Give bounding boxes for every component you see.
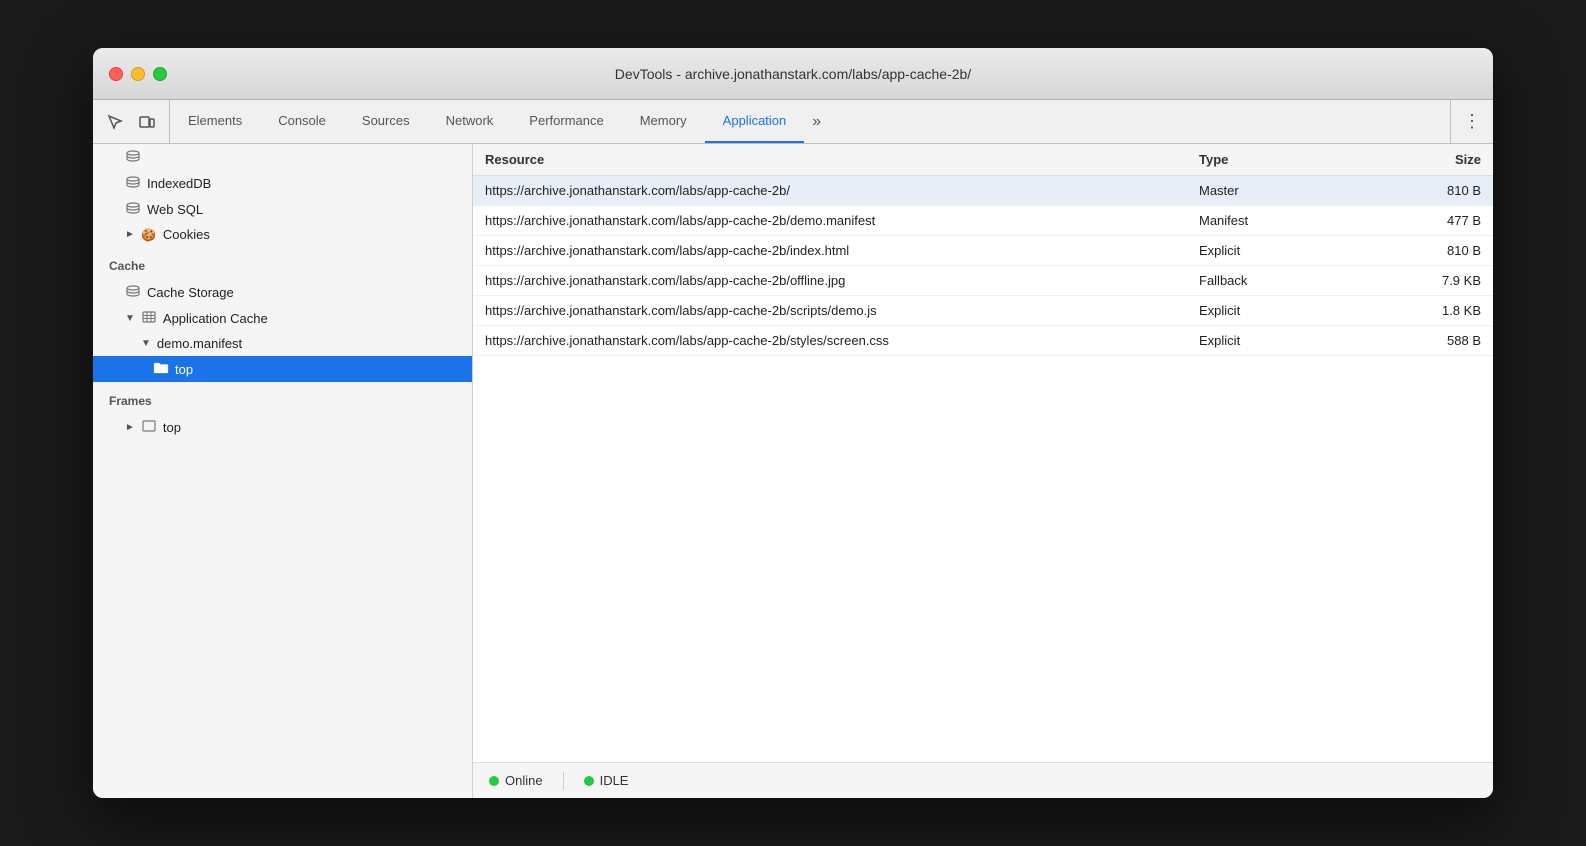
frame-icon — [141, 419, 157, 435]
toolbar: Elements Console Sources Network Perform… — [93, 100, 1493, 144]
cell-type: Explicit — [1187, 326, 1340, 356]
resource-table: Resource Type Size https://archive.jonat… — [473, 144, 1493, 356]
db-icon — [125, 149, 141, 165]
sidebar-item-indexeddb[interactable]: IndexedDB — [93, 170, 472, 196]
minimize-button[interactable] — [131, 67, 145, 81]
cell-resource: https://archive.jonathanstark.com/labs/a… — [473, 176, 1187, 206]
resource-table-container[interactable]: Resource Type Size https://archive.jonat… — [473, 144, 1493, 762]
toolbar-devtools-icons — [93, 100, 170, 143]
sidebar-label-top-cache: top — [175, 362, 193, 377]
cell-type: Explicit — [1187, 236, 1340, 266]
table-row[interactable]: https://archive.jonathanstark.com/labs/a… — [473, 176, 1493, 206]
cell-size: 810 B — [1340, 176, 1493, 206]
sidebar-label-top-frame: top — [163, 420, 181, 435]
tab-application[interactable]: Application — [705, 100, 805, 143]
sidebar-label-websql: Web SQL — [147, 202, 203, 217]
websql-icon — [125, 201, 141, 217]
tab-sources[interactable]: Sources — [344, 100, 428, 143]
main-content: ​ IndexedDB Web SQL ► 🍪 Cookies — [93, 144, 1493, 798]
sidebar: ​ IndexedDB Web SQL ► 🍪 Cookies — [93, 144, 473, 798]
frames-section-label: Frames — [93, 382, 472, 414]
app-cache-icon — [141, 310, 157, 326]
sidebar-label-app-cache: Application Cache — [163, 311, 268, 326]
sidebar-label-cookies: Cookies — [163, 227, 210, 242]
more-tabs-button[interactable]: » — [804, 100, 829, 143]
sidebar-label-indexeddb: IndexedDB — [147, 176, 211, 191]
tab-network[interactable]: Network — [428, 100, 512, 143]
top-frame-expand-icon: ► — [125, 422, 135, 433]
idle-status: IDLE — [584, 773, 629, 788]
table-body: https://archive.jonathanstark.com/labs/a… — [473, 176, 1493, 356]
sidebar-label-cache-storage: Cache Storage — [147, 285, 234, 300]
cookies-expand-icon: ► — [125, 229, 135, 240]
cell-size: 7.9 KB — [1340, 266, 1493, 296]
sidebar-label-demo-manifest: demo.manifest — [157, 336, 242, 351]
titlebar: DevTools - archive.jonathanstark.com/lab… — [93, 48, 1493, 100]
online-label: Online — [505, 773, 543, 788]
sidebar-item-cache-storage[interactable]: Cache Storage — [93, 279, 472, 305]
table-row[interactable]: https://archive.jonathanstark.com/labs/a… — [473, 266, 1493, 296]
cache-section-label: Cache — [93, 247, 472, 279]
cell-type: Fallback — [1187, 266, 1340, 296]
content-panel: Resource Type Size https://archive.jonat… — [473, 144, 1493, 798]
sidebar-item-top-cache[interactable]: top — [93, 356, 472, 382]
idle-label: IDLE — [600, 773, 629, 788]
table-row[interactable]: https://archive.jonathanstark.com/labs/a… — [473, 236, 1493, 266]
traffic-lights — [109, 67, 167, 81]
cell-resource: https://archive.jonathanstark.com/labs/a… — [473, 326, 1187, 356]
folder-icon — [153, 361, 169, 377]
online-dot — [489, 776, 499, 786]
cell-resource: https://archive.jonathanstark.com/labs/a… — [473, 296, 1187, 326]
cell-resource: https://archive.jonathanstark.com/labs/a… — [473, 266, 1187, 296]
cell-type: Manifest — [1187, 206, 1340, 236]
cell-type: Explicit — [1187, 296, 1340, 326]
tab-performance[interactable]: Performance — [511, 100, 621, 143]
maximize-button[interactable] — [153, 67, 167, 81]
cell-size: 588 B — [1340, 326, 1493, 356]
table-row[interactable]: https://archive.jonathanstark.com/labs/a… — [473, 296, 1493, 326]
tab-memory[interactable]: Memory — [622, 100, 705, 143]
column-header-size[interactable]: Size — [1340, 144, 1493, 176]
devtools-window: DevTools - archive.jonathanstark.com/lab… — [93, 48, 1493, 798]
cache-storage-icon — [125, 284, 141, 300]
cell-size: 810 B — [1340, 236, 1493, 266]
status-divider — [563, 772, 564, 790]
cell-type: Master — [1187, 176, 1340, 206]
close-button[interactable] — [109, 67, 123, 81]
cell-size: 1.8 KB — [1340, 296, 1493, 326]
cell-size: 477 B — [1340, 206, 1493, 236]
inspect-icon[interactable] — [101, 108, 129, 136]
idle-dot — [584, 776, 594, 786]
status-bar: Online IDLE — [473, 762, 1493, 798]
app-cache-expand-icon: ▼ — [125, 313, 135, 324]
sidebar-item-cookies[interactable]: ► 🍪 Cookies — [93, 222, 472, 247]
cell-resource: https://archive.jonathanstark.com/labs/a… — [473, 206, 1187, 236]
tab-elements[interactable]: Elements — [170, 100, 260, 143]
online-status: Online — [489, 773, 543, 788]
sidebar-item-demo-manifest[interactable]: ▼ demo.manifest — [93, 331, 472, 356]
table-header-row: Resource Type Size — [473, 144, 1493, 176]
column-header-resource[interactable]: Resource — [473, 144, 1187, 176]
cookies-icon: 🍪 — [141, 228, 157, 242]
devtools-menu-button[interactable]: ⋮ — [1450, 100, 1493, 143]
sidebar-item-something[interactable]: ​ — [93, 144, 472, 170]
device-toolbar-icon[interactable] — [133, 108, 161, 136]
sidebar-item-top-frame[interactable]: ► top — [93, 414, 472, 440]
demo-manifest-expand-icon: ▼ — [141, 338, 151, 349]
cell-resource: https://archive.jonathanstark.com/labs/a… — [473, 236, 1187, 266]
sidebar-item-app-cache[interactable]: ▼ Application Cache — [93, 305, 472, 331]
table-row[interactable]: https://archive.jonathanstark.com/labs/a… — [473, 326, 1493, 356]
indexeddb-icon — [125, 175, 141, 191]
tab-bar: Elements Console Sources Network Perform… — [170, 100, 1450, 143]
column-header-type[interactable]: Type — [1187, 144, 1340, 176]
sidebar-item-websql[interactable]: Web SQL — [93, 196, 472, 222]
table-row[interactable]: https://archive.jonathanstark.com/labs/a… — [473, 206, 1493, 236]
window-title: DevTools - archive.jonathanstark.com/lab… — [615, 66, 971, 82]
tab-console[interactable]: Console — [260, 100, 344, 143]
